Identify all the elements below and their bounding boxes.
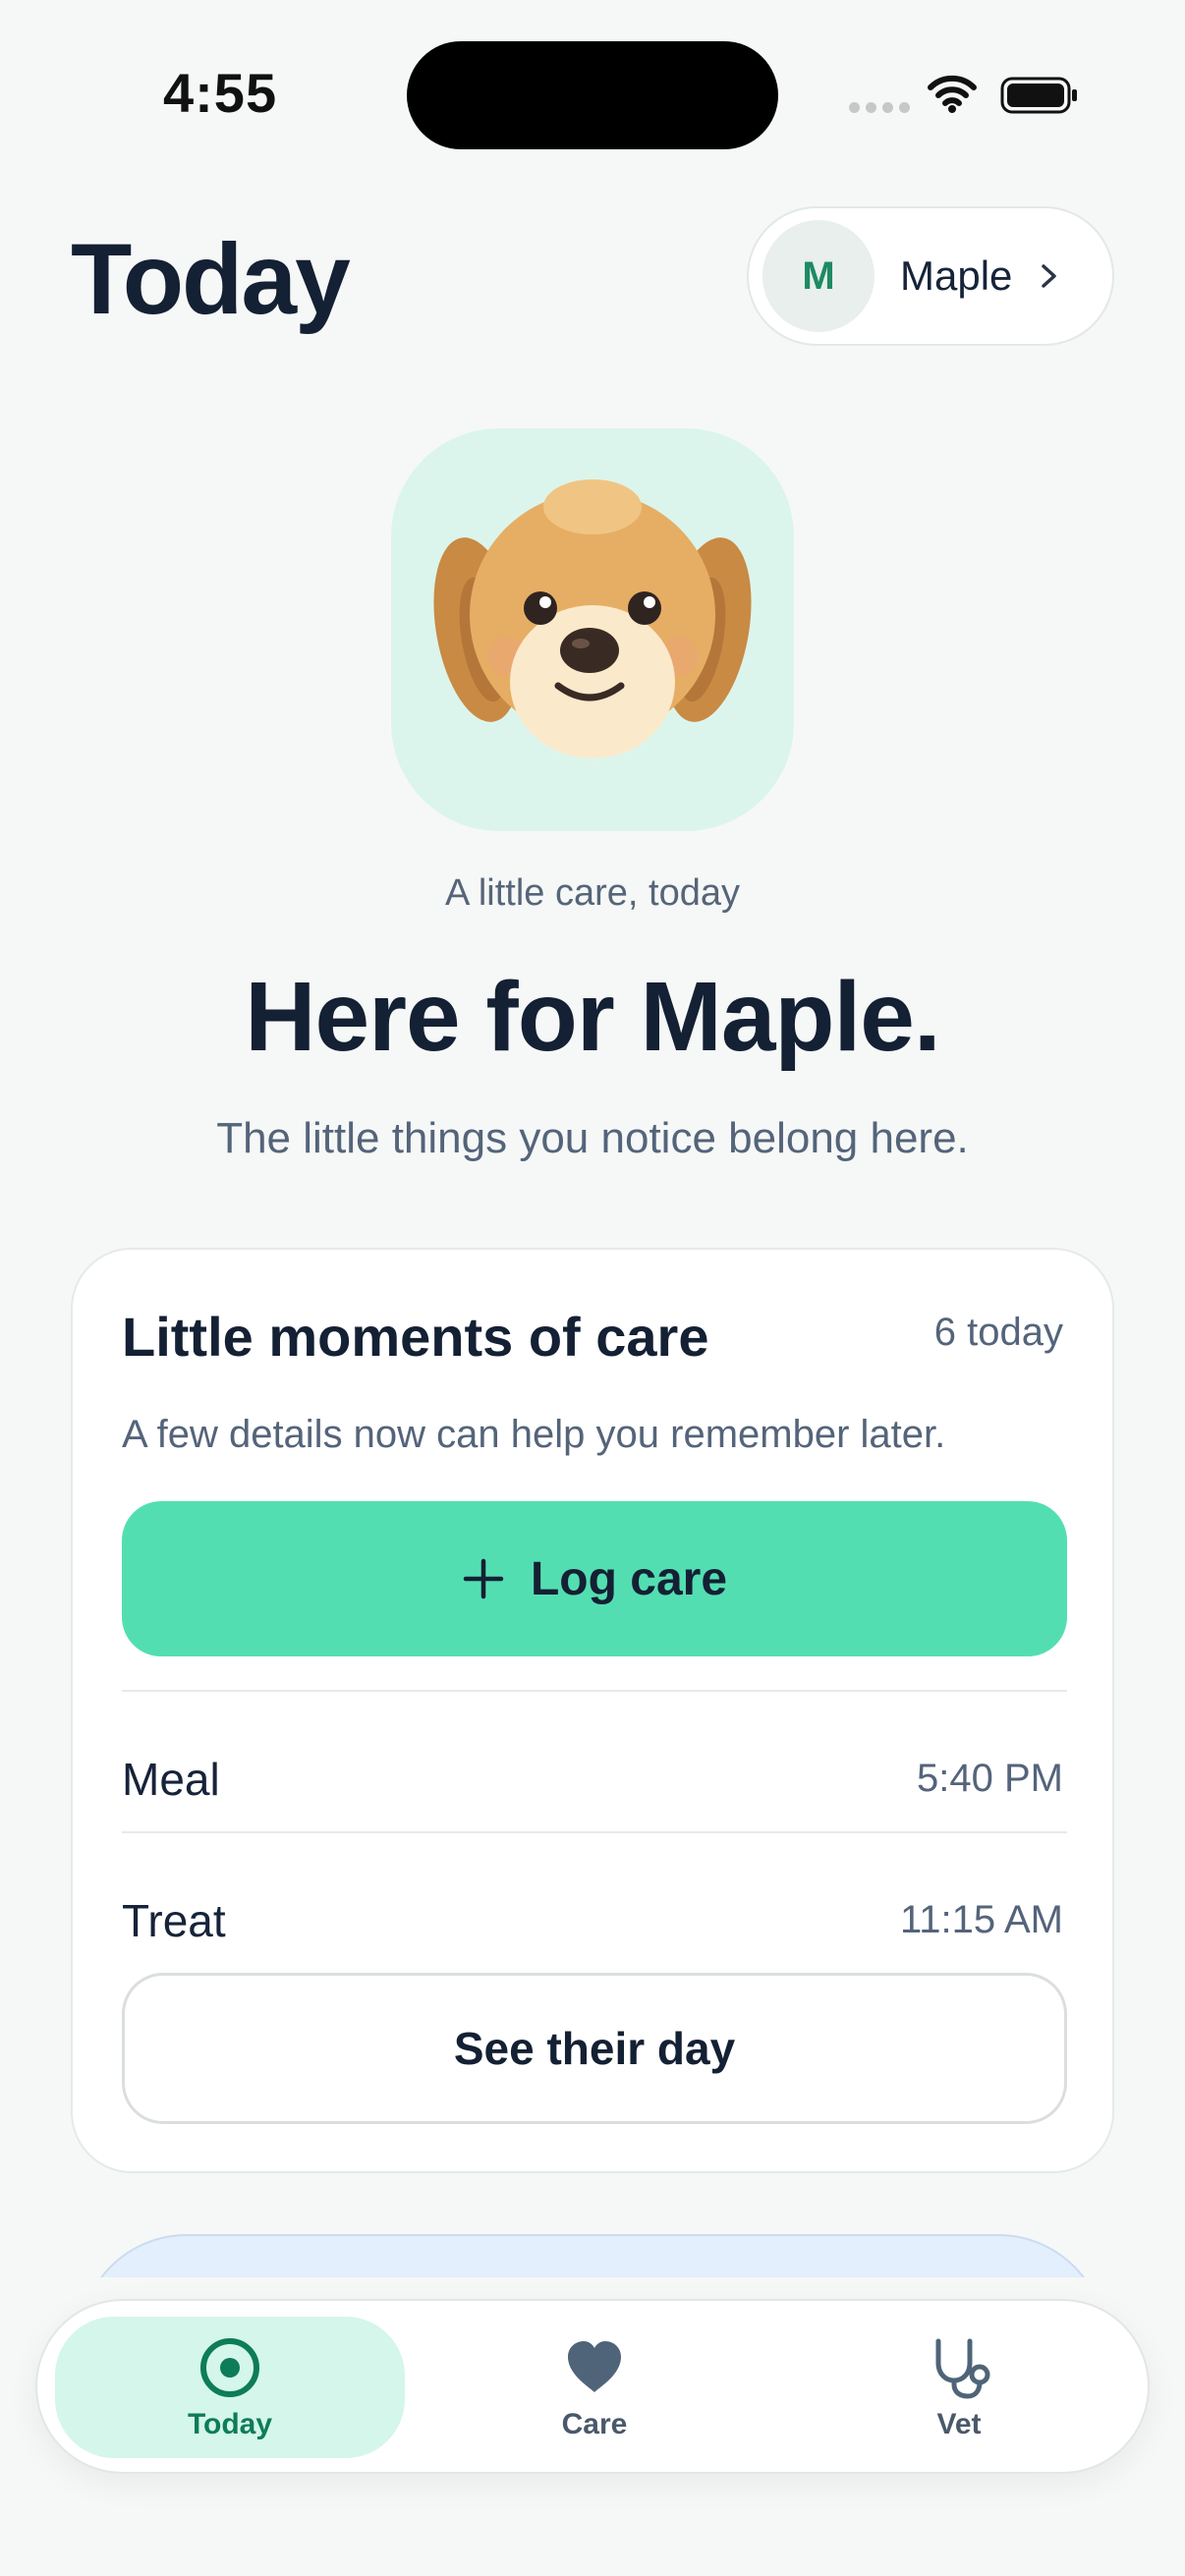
tab-today[interactable]: Today [55,2317,405,2458]
care-count-badge: 6 today [933,1311,1063,1354]
divider [122,1831,1067,1833]
hero-subtitle: The little things you notice belong here… [216,1114,969,1162]
tab-vet[interactable]: Vet [784,2317,1134,2458]
care-entry-time: 11:15 AM [899,1898,1063,1941]
dynamic-island [407,41,778,149]
care-entry-label: Treat [122,1895,226,1946]
target-icon [200,2338,259,2397]
plus-icon [463,1558,504,1599]
tab-label: Care [561,2408,628,2440]
stethoscope-icon [935,2338,990,2399]
card-description: A few details now can help you remember … [122,1413,946,1456]
tab-label: Today [187,2408,273,2440]
care-entry-label: Meal [122,1754,220,1805]
log-care-label: Log care [530,1552,728,1605]
tab-bar: Today Care Vet [35,2299,1150,2474]
care-entry-time: 5:40 PM [917,1757,1063,1800]
divider [122,1690,1067,1692]
hero-eyebrow: A little care, today [445,872,740,914]
page-title: Today [71,223,351,335]
today-screen: 4:55 Today M Maple A little care, today … [0,0,1185,2576]
tab-care[interactable]: Care [420,2317,769,2458]
card-title: Little moments of care [122,1306,709,1368]
pet-name: Maple [900,252,1013,299]
log-care-button[interactable]: Log care [122,1501,1067,1656]
chevron-right-icon [1042,264,1057,288]
wifi-icon [928,75,977,113]
see-their-day-button[interactable]: See their day [122,1973,1067,2124]
pet-avatar: M [762,220,875,332]
tab-label: Vet [936,2408,982,2440]
status-time: 4:55 [163,62,278,124]
cellular-signal-icon [849,102,910,113]
heart-icon [568,2341,621,2392]
hero-heading: Here for Maple. [245,962,940,1072]
pet-illustration [391,428,794,831]
care-moments-card: Little moments of care 6 today A few det… [71,1248,1114,2173]
pet-switcher-button[interactable]: M Maple [747,206,1114,346]
dog-face-icon [433,479,752,758]
battery-icon [1000,77,1077,114]
